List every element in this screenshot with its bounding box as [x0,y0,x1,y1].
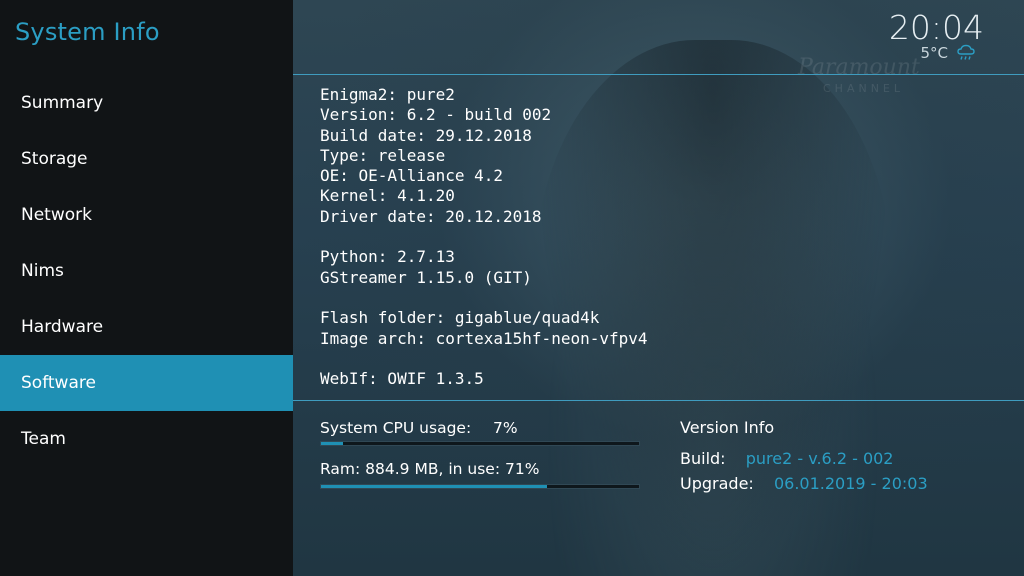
cpu-usage-bar [320,441,640,446]
weather: 5°C [920,44,976,62]
sidebar-menu: Summary Storage Network Nims Hardware So… [0,75,293,467]
ram-usage-bar [320,484,640,489]
upgrade-row: Upgrade: 06.01.2019 - 20:03 [680,474,928,493]
sidebar-item-hardware[interactable]: Hardware [0,299,293,355]
sidebar-item-summary[interactable]: Summary [0,75,293,131]
info-line: Flash folder: gigablue/quad4k [320,308,600,328]
sidebar-item-team[interactable]: Team [0,411,293,467]
cpu-usage-value: 7% [493,419,518,437]
sidebar-item-network[interactable]: Network [0,187,293,243]
software-info: Enigma2: pure2 Version: 6.2 - build 002 … [320,85,648,389]
build-row: Build: pure2 - v.6.2 - 002 [680,449,893,468]
background-logo: Paramount [798,55,920,80]
info-line: WebIf: OWIF 1.3.5 [320,369,484,389]
sidebar: System Info Summary Storage Network Nims… [0,0,293,576]
sidebar-item-software[interactable]: Software [0,355,293,411]
info-line: Kernel: 4.1.20 [320,186,455,206]
ram-usage-text: Ram: 884.9 MB, in use: 71% [320,460,540,478]
sidebar-item-nims[interactable]: Nims [0,243,293,299]
cpu-usage-bar-fill [321,442,344,445]
temperature: 5°C [920,44,948,62]
background-logo-sub: CHANNEL [823,82,905,95]
main-panel: Paramount CHANNEL 20:04 5°C Enigma2: pur… [293,0,1024,576]
cpu-usage-label: System CPU usage: [320,419,472,437]
info-line: Image arch: cortexa15hf-neon-vfpv4 [320,328,648,348]
bottom-divider [293,400,1024,401]
info-line: Driver date: 20.12.2018 [320,206,542,226]
info-line: Python: 2.7.13 [320,247,455,267]
build-label: Build: [680,449,726,468]
info-line: Type: release [320,145,446,165]
info-line: OE: OE-Alliance 4.2 [320,166,504,186]
rain-cloud-icon [956,44,976,62]
sidebar-item-storage[interactable]: Storage [0,131,293,187]
upgrade-value: 06.01.2019 - 20:03 [773,474,928,493]
info-line: Version: 6.2 - build 002 [320,105,552,125]
app-title: System Info [15,18,160,46]
info-line: GStreamer 1.15.0 (GIT) [320,267,532,287]
build-value: pure2 - v.6.2 - 002 [745,449,894,468]
upgrade-label: Upgrade: [680,474,754,493]
info-line: Enigma2: pure2 [320,85,455,104]
clock: 20:04 [888,8,984,47]
cpu-usage-text: System CPU usage: 7% [320,419,518,437]
ram-usage-bar-fill [321,485,547,488]
info-line: Build date: 29.12.2018 [320,125,532,145]
top-divider [293,74,1024,75]
version-info-title: Version Info [680,418,775,437]
